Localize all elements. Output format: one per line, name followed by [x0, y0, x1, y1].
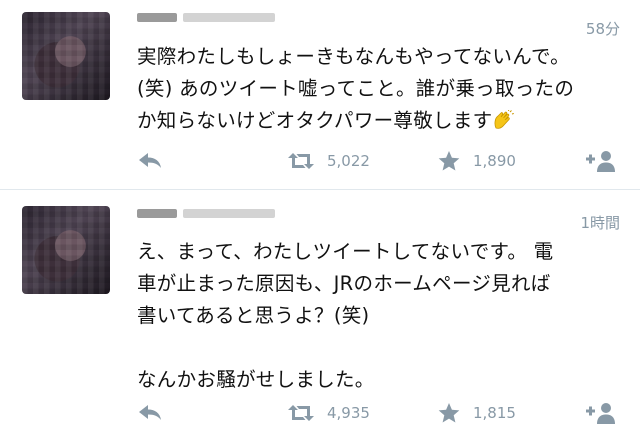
tweet-text: え、まって、わたしツイートしてないです。 電 車が止まった原因も、JRのホームペ… [137, 236, 627, 396]
reply-button[interactable] [137, 398, 163, 428]
tweet-text-blank-line [137, 332, 627, 364]
follow-button[interactable] [583, 398, 617, 428]
star-icon [438, 403, 460, 423]
retweet-icon [288, 153, 314, 169]
avatar[interactable] [22, 12, 110, 100]
author-name-blurred[interactable] [137, 208, 275, 218]
favorite-count: 1,815 [473, 404, 516, 422]
tweet-text-line: 車が止まった原因も、JRのホームページ見れば [137, 272, 551, 295]
retweet-count: 5,022 [327, 152, 370, 170]
tweet-timestamp[interactable]: 58分 [586, 18, 620, 39]
tweet-text-line: なんかお騒がせしました。 [137, 368, 375, 391]
add-user-icon [586, 151, 615, 172]
retweet-button[interactable]: 4,935 [287, 398, 370, 428]
retweet-icon [288, 405, 314, 421]
avatar[interactable] [22, 206, 110, 294]
tweet-text-line: 実際わたしもしょーきもなんもやってないんで。 [137, 45, 570, 68]
star-icon [438, 151, 460, 171]
tweet-text-line: え、まって、わたしツイートしてないです。 電 [137, 240, 554, 263]
tweet-text: 実際わたしもしょーきもなんもやってないんで。 (笑) あのツイート嘘ってこと。誰… [137, 41, 627, 137]
tweet[interactable]: 58分 実際わたしもしょーきもなんもやってないんで。 (笑) あのツイート嘘って… [0, 0, 640, 189]
retweet-button[interactable]: 5,022 [287, 146, 370, 176]
reply-button[interactable] [137, 146, 163, 176]
follow-button[interactable] [583, 146, 617, 176]
author-name-blurred[interactable] [137, 12, 275, 22]
tweet-timestamp[interactable]: 1時間 [580, 212, 620, 233]
retweet-count: 4,935 [327, 404, 370, 422]
tweet-actions: 5,022 1,890 [137, 146, 617, 176]
tweet-text-line: (笑) あのツイート嘘ってこと。誰が乗っ取ったの [137, 77, 575, 100]
favorite-count: 1,890 [473, 152, 516, 170]
favorite-button[interactable]: 1,890 [437, 146, 516, 176]
favorite-button[interactable]: 1,815 [437, 398, 516, 428]
tweet-text-line: 書いてあると思うよ？(笑) [137, 304, 370, 327]
reply-icon [139, 153, 161, 168]
reply-icon [139, 405, 161, 420]
add-user-icon [586, 403, 615, 424]
tweet[interactable]: 1時間 え、まって、わたしツイートしてないです。 電 車が止まった原因も、JRの… [0, 190, 640, 440]
tweet-actions: 4,935 1,815 [137, 398, 617, 428]
tweet-text-line: か知らないけどオタクパワー尊敬します [137, 105, 627, 137]
clapping-hands-icon [495, 110, 515, 129]
